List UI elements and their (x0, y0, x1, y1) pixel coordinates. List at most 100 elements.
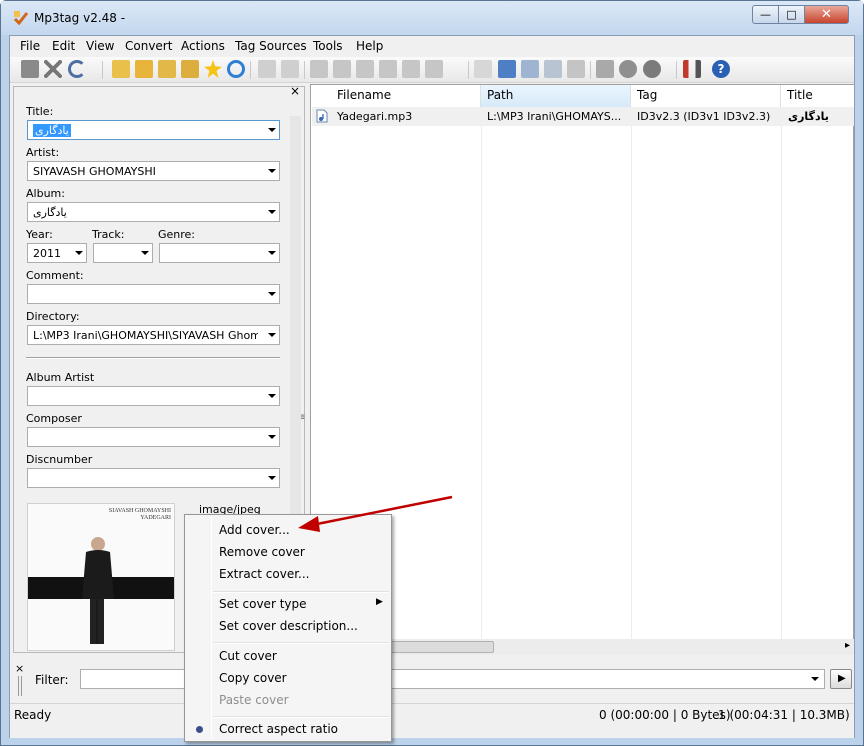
status-selected: 0 (00:00:00 | 0 Bytes) (599, 708, 731, 722)
chevron-down-icon[interactable] (268, 292, 276, 296)
filter-grip[interactable] (18, 676, 22, 696)
menu-edit[interactable]: Edit (52, 39, 75, 53)
artist-value: SIYAVASH GHOMAYSHI (33, 165, 156, 178)
paste-tag-icon[interactable] (281, 60, 299, 78)
chevron-down-icon[interactable] (811, 677, 819, 681)
chevron-down-icon[interactable] (268, 169, 276, 173)
autonumber-icon[interactable] (402, 60, 420, 78)
menu-item-paste-cover: Paste cover (219, 693, 289, 707)
case-conversion-icon[interactable] (425, 60, 443, 78)
cover-context-menu: Add cover... Remove cover Extract cover.… (184, 514, 392, 742)
minimize-button[interactable]: — (752, 5, 779, 24)
album-value: یادگاری (33, 206, 67, 219)
tag-cell: ID3v2.3 (ID3v1 ID3v2.3) (637, 110, 771, 123)
extended-tags-icon[interactable] (521, 60, 539, 78)
filter-close-icon[interactable]: × (15, 662, 24, 675)
column-tag[interactable]: Tag (631, 85, 781, 107)
year-label: Year: (26, 228, 53, 241)
menu-tools[interactable]: Tools (313, 39, 343, 53)
save-icon[interactable] (21, 60, 39, 78)
add-directory-icon[interactable] (135, 60, 153, 78)
menu-actions[interactable]: Actions (181, 39, 225, 53)
menu-item-copy-cover[interactable]: Copy cover (219, 671, 287, 685)
submenu-arrow-icon: ▶ (376, 597, 383, 607)
scroll-right-icon[interactable]: ▸ (845, 640, 850, 651)
tag-to-tag-icon[interactable] (356, 60, 374, 78)
menu-convert[interactable]: Convert (125, 39, 172, 53)
chevron-down-icon[interactable] (268, 128, 276, 132)
play-arrow-icon: ▶ (838, 673, 846, 684)
filter-bar: × Filter: ▶ (13, 660, 853, 700)
menu-item-correct-aspect-ratio[interactable]: Correct aspect ratio (219, 722, 338, 736)
title-field[interactable]: یادگاری (27, 120, 280, 140)
playlist-icon[interactable] (474, 60, 492, 78)
track-field[interactable] (93, 243, 153, 263)
close-button[interactable]: ✕ (804, 5, 849, 24)
chevron-down-icon[interactable] (75, 251, 83, 255)
autonumber-wizard-icon[interactable] (567, 60, 585, 78)
open-directory-icon[interactable] (112, 60, 130, 78)
column-title[interactable]: Title (781, 85, 854, 107)
menu-help[interactable]: Help (356, 39, 383, 53)
composer-field[interactable] (27, 427, 280, 447)
favorite-star-icon[interactable] (204, 60, 222, 78)
scroll-thumb[interactable] (382, 641, 494, 653)
menu-view[interactable]: View (86, 39, 114, 53)
change-directory-icon[interactable] (158, 60, 176, 78)
artist-label: Artist: (26, 146, 60, 159)
refresh-icon[interactable] (227, 60, 245, 78)
album-cover-image[interactable]: SIAVASH GHOMAYSHI YADEGARI (27, 503, 175, 651)
tools-icon[interactable] (683, 60, 701, 78)
table-row[interactable]: Yadegari.mp3 L:\MP3 Irani\GHOMAYS... ID3… (312, 107, 854, 126)
web-sources-icon[interactable] (619, 60, 637, 78)
menu-tag-sources[interactable]: Tag Sources (235, 39, 307, 53)
directory-field[interactable]: L:\MP3 Irani\GHOMAYSHI\SIYAVASH Ghomaysh (27, 325, 280, 345)
chevron-down-icon[interactable] (268, 251, 276, 255)
composer-label: Composer (26, 412, 82, 425)
chevron-down-icon[interactable] (268, 435, 276, 439)
filter-apply-button[interactable]: ▶ (830, 669, 852, 689)
help-icon[interactable]: ? (712, 60, 730, 78)
genre-field[interactable] (159, 243, 280, 263)
chevron-down-icon[interactable] (268, 333, 276, 337)
text-file-to-tag-icon[interactable] (379, 60, 397, 78)
chevron-down-icon[interactable] (268, 210, 276, 214)
toolbar-separator (304, 61, 305, 79)
cover-caption-album: YADEGARI (140, 515, 171, 521)
grid-horizontal-scrollbar[interactable]: ▸ (312, 639, 854, 655)
chevron-down-icon[interactable] (268, 476, 276, 480)
panel-close-icon[interactable]: × (290, 84, 300, 98)
menu-item-remove-cover[interactable]: Remove cover (219, 545, 305, 559)
column-path[interactable]: Path (481, 85, 631, 107)
chevron-down-icon[interactable] (268, 394, 276, 398)
column-filename[interactable]: Filename (331, 85, 481, 107)
album-field[interactable]: یادگاری (27, 202, 280, 222)
column-divider (631, 107, 632, 655)
export-directory-icon[interactable] (181, 60, 199, 78)
menu-item-extract-cover[interactable]: Extract cover... (219, 567, 310, 581)
actions-icon[interactable] (544, 60, 562, 78)
comment-field[interactable] (27, 284, 280, 304)
menu-item-cut-cover[interactable]: Cut cover (219, 649, 277, 663)
status-total: 1 (00:04:31 | 10.3MB) (718, 708, 850, 722)
discnumber-field[interactable] (27, 468, 280, 488)
chevron-down-icon[interactable] (141, 251, 149, 255)
menu-file[interactable]: File (20, 39, 40, 53)
toolbar: ? (10, 57, 854, 83)
tag-sources-icon[interactable] (643, 60, 661, 78)
menu-item-set-cover-type[interactable]: Set cover type (219, 597, 307, 611)
copy-tag-icon[interactable] (258, 60, 276, 78)
menu-separator (213, 591, 389, 593)
maximize-button[interactable]: □ (778, 5, 805, 24)
remove-tag-icon[interactable] (44, 60, 62, 78)
album-artist-field[interactable] (27, 386, 280, 406)
menu-item-add-cover[interactable]: Add cover... (219, 523, 290, 537)
undo-icon[interactable] (68, 60, 86, 78)
tag-to-filename-icon[interactable] (310, 60, 328, 78)
export-icon[interactable] (596, 60, 614, 78)
edit-tag-icon[interactable] (498, 60, 516, 78)
artist-field[interactable]: SIYAVASH GHOMAYSHI (27, 161, 280, 181)
menu-item-set-cover-description[interactable]: Set cover description... (219, 619, 358, 633)
filename-to-tag-icon[interactable] (333, 60, 351, 78)
year-field[interactable]: 2011 (27, 243, 87, 263)
